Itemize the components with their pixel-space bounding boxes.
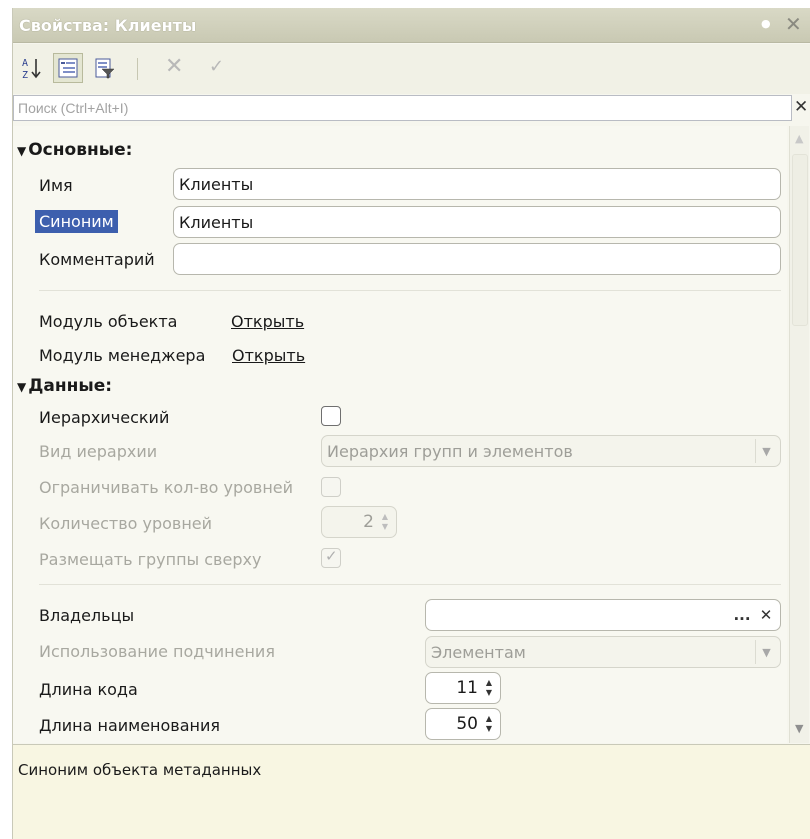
- comment-field[interactable]: [173, 243, 781, 275]
- categories-button[interactable]: [53, 53, 83, 83]
- limit-levels-checkbox[interactable]: [321, 477, 341, 497]
- title-bar: Свойства: Клиенты ● ✕: [13, 8, 810, 43]
- stepper-arrows-icon[interactable]: ▲ ▼: [480, 675, 498, 701]
- groups-top-checkbox[interactable]: ✓: [321, 547, 341, 568]
- synonym-label[interactable]: Синоним: [35, 210, 118, 233]
- pin-icon[interactable]: ●: [761, 17, 771, 30]
- window-title: Свойства: Клиенты: [19, 16, 197, 35]
- levels-count-stepper[interactable]: 2 ▲ ▼: [321, 506, 397, 538]
- search-field: [13, 95, 792, 121]
- categories-icon: [58, 58, 78, 78]
- owners-field[interactable]: ... ✕: [425, 599, 781, 631]
- object-module-open-link[interactable]: Открыть: [231, 312, 304, 331]
- section-basic[interactable]: ▼ Основные:: [17, 140, 132, 160]
- subordination-value: Элементам: [431, 643, 526, 662]
- scroll-thumb[interactable]: [792, 154, 808, 326]
- stepper-arrows-icon[interactable]: ▲ ▼: [376, 509, 394, 535]
- scroll-down-icon[interactable]: ▼: [795, 722, 803, 735]
- svg-text:A: A: [22, 58, 28, 69]
- toolbar: A Z ✕ ✓: [13, 44, 810, 94]
- section-data-label: Данные:: [28, 376, 113, 396]
- subordination-label: Использование подчинения: [39, 642, 275, 661]
- checkmark-icon: ✓: [325, 547, 338, 565]
- owners-select-button[interactable]: ...: [730, 603, 754, 627]
- search-input[interactable]: [14, 96, 791, 120]
- hierarchy-type-label: Вид иерархии: [39, 442, 158, 461]
- levels-count-label: Количество уровней: [39, 514, 213, 533]
- dropdown-arrow-icon[interactable]: ▼: [755, 640, 777, 664]
- owners-clear-icon[interactable]: ✕: [754, 603, 778, 627]
- name-length-value: 50: [456, 714, 478, 734]
- code-length-label: Длина кода: [39, 680, 138, 699]
- divider: [39, 584, 781, 585]
- sort-az-button[interactable]: A Z: [17, 53, 47, 83]
- hierarchy-type-value: Иерархия групп и элементов: [327, 442, 573, 461]
- dropdown-arrow-icon[interactable]: ▼: [755, 439, 777, 463]
- search-clear-icon[interactable]: ✕: [794, 97, 808, 117]
- description-panel: Синоним объекта метаданных: [13, 744, 810, 839]
- synonym-field[interactable]: Клиенты: [173, 206, 781, 238]
- name-label: Имя: [39, 176, 73, 195]
- limit-levels-label: Ограничивать кол-во уровней: [39, 478, 294, 497]
- groups-top-label: Размещать группы сверху: [39, 550, 262, 569]
- properties-list: ▼ Основные: Имя Клиенты Синоним Клиенты К…: [13, 126, 787, 743]
- hierarchical-label: Иерархический: [39, 408, 170, 427]
- name-value: Клиенты: [179, 175, 254, 194]
- manager-module-label: Модуль менеджера: [39, 346, 206, 365]
- sort-az-icon: A Z: [22, 58, 41, 80]
- collapse-triangle-icon: ▼: [17, 380, 27, 394]
- hierarchy-type-dropdown[interactable]: Иерархия групп и элементов ▼: [321, 435, 781, 467]
- apply-icon[interactable]: ✓: [209, 56, 224, 78]
- hierarchical-checkbox[interactable]: [321, 406, 341, 426]
- code-length-value: 11: [456, 678, 478, 698]
- levels-count-value: 2: [363, 512, 374, 532]
- section-basic-label: Основные:: [28, 140, 133, 160]
- comment-label: Комментарий: [39, 250, 155, 269]
- svg-text:Z: Z: [22, 70, 28, 80]
- filter-button[interactable]: [89, 53, 119, 83]
- section-data[interactable]: ▼ Данные:: [17, 376, 112, 396]
- synonym-value: Клиенты: [179, 213, 254, 232]
- vertical-scrollbar[interactable]: ▲ ▼: [789, 126, 809, 743]
- divider: [39, 290, 781, 291]
- name-length-label: Длина наименования: [39, 716, 221, 735]
- properties-window: Свойства: Клиенты ● ✕ A Z ✕ ✓ Поиск (Ctr…: [12, 8, 810, 839]
- cancel-icon[interactable]: ✕: [165, 56, 183, 78]
- subordination-dropdown[interactable]: Элементам ▼: [425, 636, 781, 668]
- scroll-up-icon[interactable]: ▲: [795, 132, 803, 145]
- filter-icon: [95, 58, 115, 79]
- close-icon[interactable]: ✕: [785, 12, 802, 36]
- owners-label: Владельцы: [39, 606, 135, 625]
- stepper-arrows-icon[interactable]: ▲ ▼: [480, 711, 498, 737]
- manager-module-open-link[interactable]: Открыть: [232, 346, 305, 365]
- name-field[interactable]: Клиенты: [173, 168, 781, 200]
- description-text: Синоним объекта метаданных: [18, 761, 262, 779]
- name-length-stepper[interactable]: 50 ▲ ▼: [425, 708, 501, 740]
- toolbar-separator: [137, 58, 138, 80]
- code-length-stepper[interactable]: 11 ▲ ▼: [425, 672, 501, 704]
- collapse-triangle-icon: ▼: [17, 144, 27, 158]
- object-module-label: Модуль объекта: [39, 312, 178, 331]
